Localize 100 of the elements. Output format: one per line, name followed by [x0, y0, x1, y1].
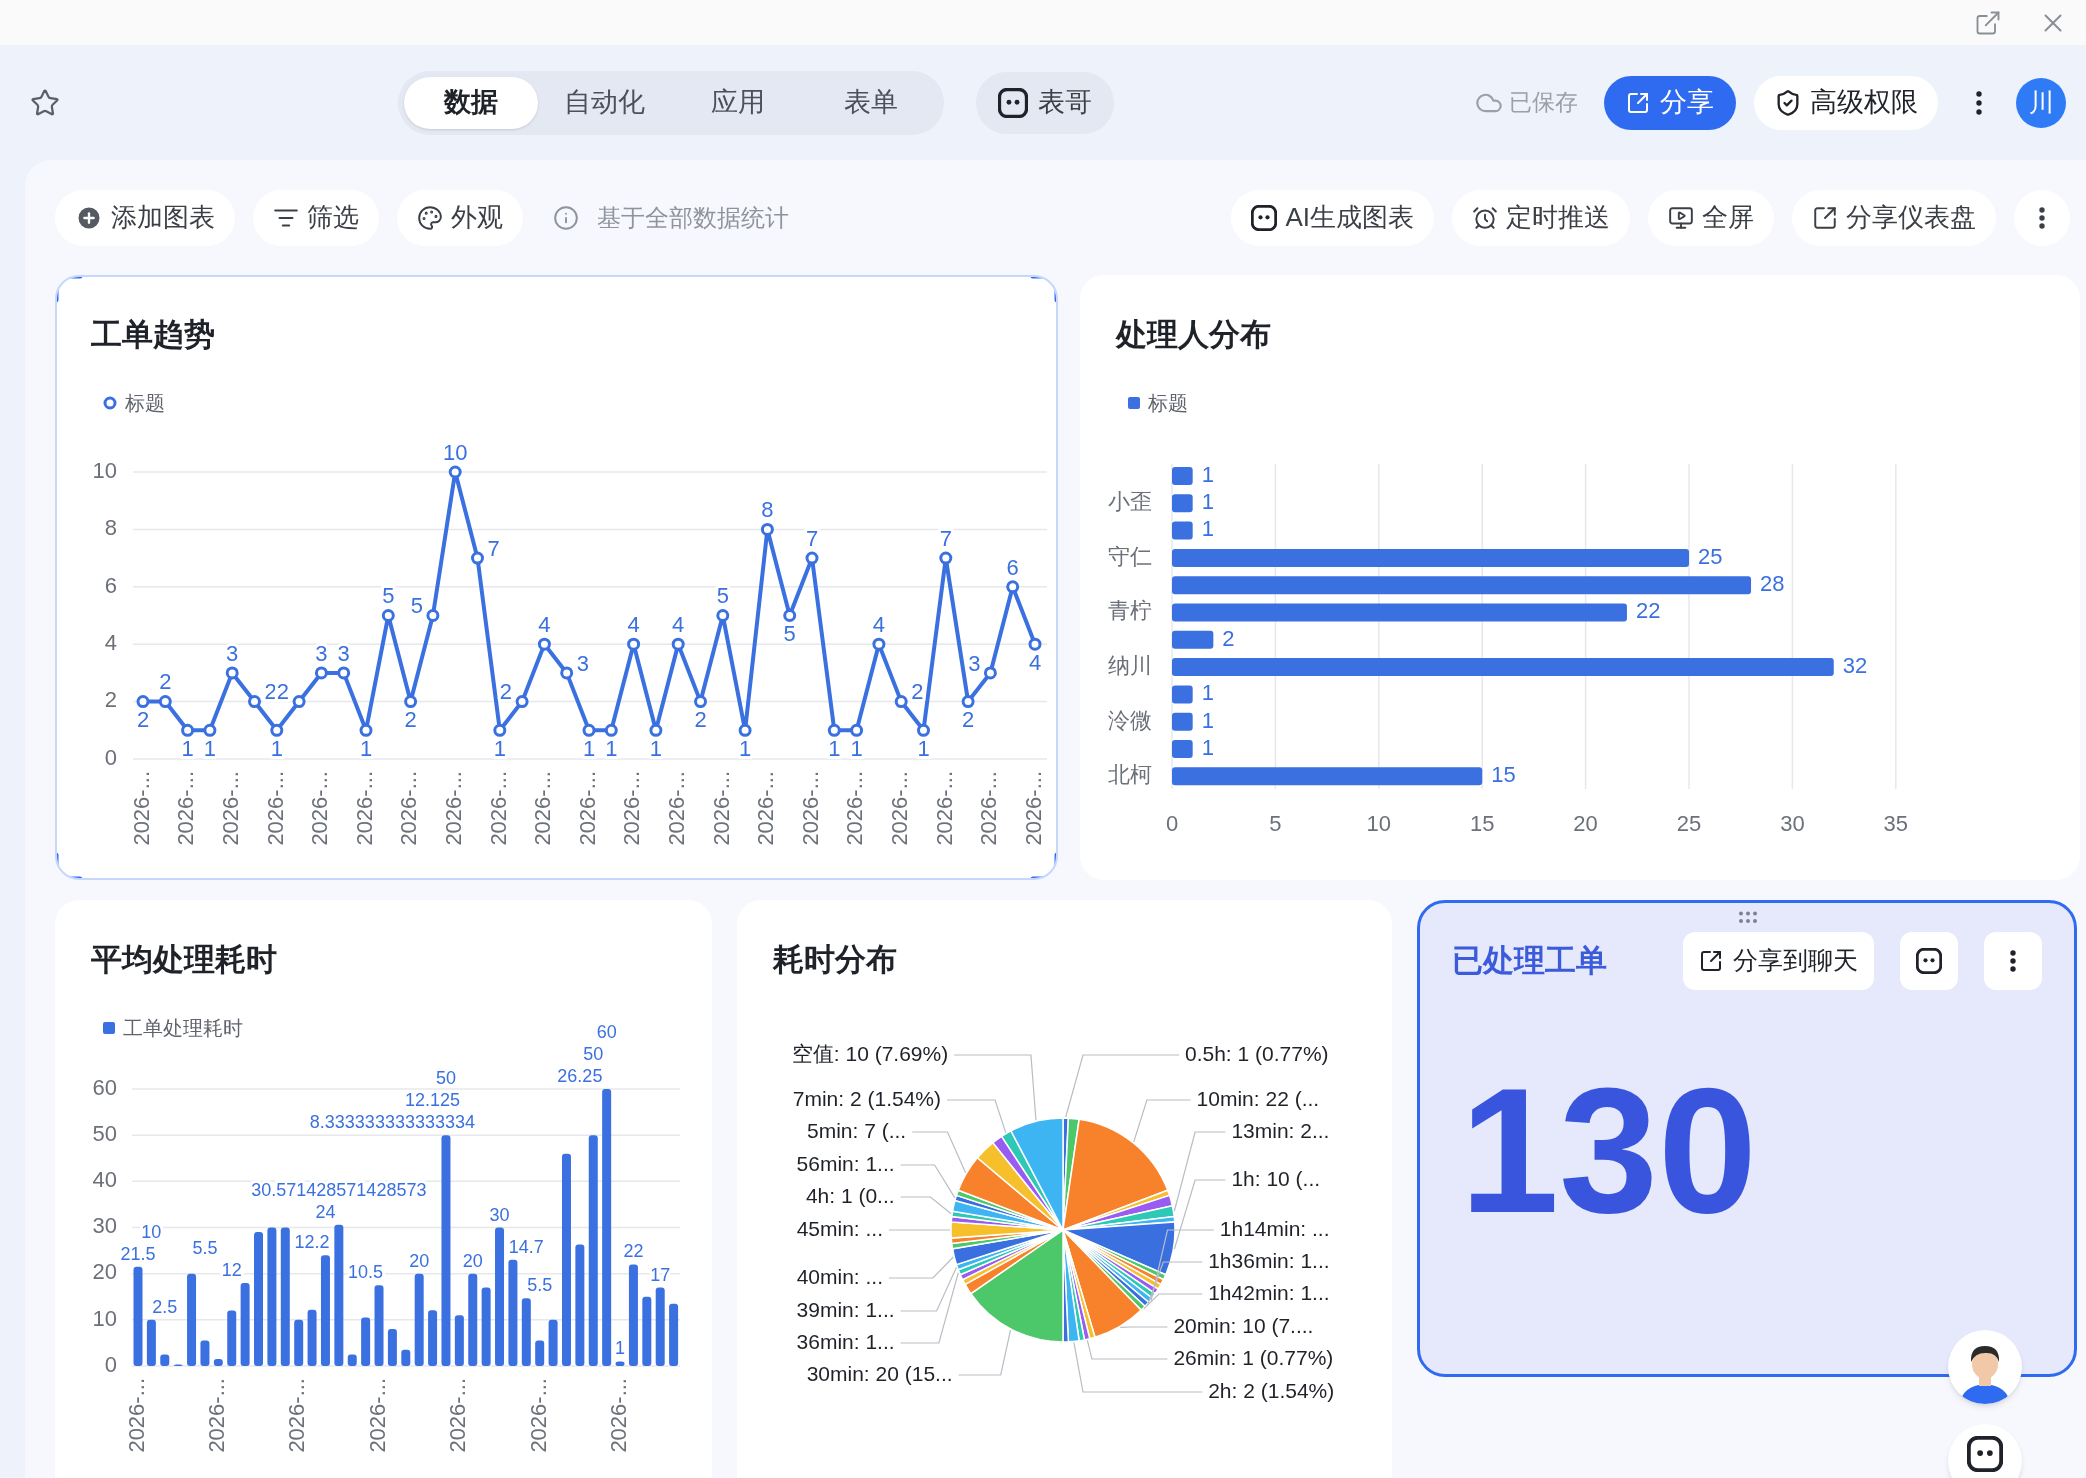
data-label: 8.333333333333334 [309, 1112, 475, 1133]
data-label: 22 [1635, 598, 1661, 624]
axis-label: 20 [1573, 810, 1598, 836]
pie-label: 40min: ... [796, 1264, 883, 1288]
data-label: 1 [649, 736, 663, 762]
data-label: 2 [159, 669, 172, 695]
pie-label: 30min: 20 (15... [806, 1361, 953, 1385]
pie-label: 1h42min: 1... [1208, 1280, 1330, 1304]
data-label: 1 [605, 736, 618, 762]
axis-label: 2026-... [605, 1378, 631, 1453]
axis-label: 小歪 [1108, 489, 1152, 515]
axis-label: 2026-... [1020, 771, 1046, 846]
card-title: 处理人分布 [1116, 317, 1272, 353]
data-label: 2 [404, 707, 417, 733]
axis-label: 2026-... [931, 771, 957, 846]
card-title: 工单趋势 [91, 317, 216, 353]
axis-label: 纳川 [1108, 652, 1152, 678]
data-label: 50 [435, 1068, 456, 1089]
data-label: 3 [576, 650, 589, 676]
pie-label: 20min: 10 (7.... [1173, 1313, 1314, 1337]
axis-label: 2026-... [441, 771, 466, 846]
pie-label: 13min: 2... [1231, 1118, 1330, 1142]
axis-label: 2026-... [530, 771, 556, 846]
axis-label: 泠微 [1108, 707, 1152, 733]
data-label: 4 [538, 612, 551, 637]
axis-label: 青柠 [1108, 598, 1152, 624]
axis-label: 30 [92, 1213, 117, 1239]
pie-label: 7min: 2 (1.54%) [792, 1086, 941, 1110]
axis-label: 8 [104, 515, 117, 541]
axis-label: 2026-... [364, 1378, 390, 1453]
axis-label: 10 [92, 457, 117, 483]
axis-label: 0 [104, 744, 117, 770]
axis-label: 2026-... [976, 771, 1002, 846]
axis-label: 2026-... [797, 771, 823, 846]
pie-label: 36min: 1... [796, 1329, 895, 1353]
data-label: 2 [499, 679, 513, 705]
data-label: 50 [583, 1044, 604, 1064]
axis-label: 2 [104, 687, 117, 713]
data-label: 7 [805, 525, 819, 551]
axis-label: 2026-... [664, 771, 689, 846]
data-label: 7 [487, 535, 500, 561]
data-label: 4 [1028, 650, 1042, 675]
data-label: 2 [264, 679, 277, 705]
pie-label: 0.5h: 1 (0.77%) [1185, 1041, 1329, 1065]
axis-label: 10 [1366, 810, 1392, 836]
card-title: 耗时分布 [773, 942, 898, 978]
axis-label: 2026-... [485, 771, 511, 846]
axis-label: 2026-... [842, 771, 868, 846]
data-label: 4 [872, 612, 886, 637]
axis-label: 25 [1676, 810, 1702, 836]
pie-label: 26min: 1 (0.77%) [1173, 1345, 1334, 1369]
pie-label: 4h: 1 (0... [805, 1183, 895, 1207]
axis-label: 15 [1469, 810, 1495, 836]
data-label: 5 [716, 583, 729, 609]
data-label: 14.7 [508, 1236, 544, 1257]
data-label: 7 [939, 525, 952, 551]
axis-label: 2026-... [173, 771, 199, 846]
pie-label: 1h14min: ... [1219, 1216, 1330, 1240]
metric-value: 130 [1460, 1061, 1758, 1241]
pie-label: 10min: 22 (... [1196, 1086, 1320, 1110]
axis-label: 30 [1780, 810, 1805, 836]
data-label: 1 [203, 736, 216, 762]
data-label: 60 [596, 1022, 617, 1042]
data-label: 3 [337, 640, 350, 666]
pie-label: 45min: ... [796, 1216, 883, 1240]
legend-label: 工单处理耗时 [123, 1016, 243, 1041]
data-label: 17 [650, 1264, 671, 1285]
data-label: 26.25 [557, 1066, 603, 1086]
data-label: 1 [493, 736, 506, 762]
data-label: 30 [489, 1204, 510, 1225]
axis-label: 4 [104, 630, 117, 655]
data-label: 1 [850, 736, 863, 762]
data-label: 5 [382, 583, 395, 609]
data-label: 30.571428571428573 [251, 1179, 427, 1200]
data-label: 2.5 [152, 1296, 178, 1317]
data-label: 22 [623, 1241, 644, 1262]
data-label: 5 [783, 621, 796, 647]
axis-label: 10 [92, 1305, 117, 1331]
axis-label: 2026-... [351, 771, 377, 846]
axis-label: 35 [1883, 810, 1909, 836]
data-label: 12.125 [405, 1090, 461, 1111]
axis-label: 2026-... [204, 1378, 230, 1453]
data-label: 2 [136, 707, 150, 733]
data-label: 1 [828, 736, 841, 762]
data-label: 2 [1222, 625, 1235, 651]
data-label: 25 [1698, 543, 1723, 569]
data-label: 1 [582, 736, 596, 762]
data-label: 5 [410, 593, 423, 619]
pie-label: 5min: 7 (... [807, 1118, 907, 1142]
data-label: 12.2 [294, 1232, 330, 1253]
axis-label: 0 [104, 1351, 117, 1377]
card-title: 已处理工单 [1452, 941, 1607, 980]
axis-label: 2026-... [218, 771, 243, 846]
data-label: 1 [1201, 461, 1214, 487]
save-status: 已保存 [1509, 88, 1578, 118]
data-label: 1 [738, 736, 752, 762]
data-label: 3 [968, 650, 981, 676]
axis-label: 2026-... [396, 771, 422, 846]
data-label: 10.5 [348, 1262, 384, 1283]
data-label: 3 [226, 640, 239, 666]
